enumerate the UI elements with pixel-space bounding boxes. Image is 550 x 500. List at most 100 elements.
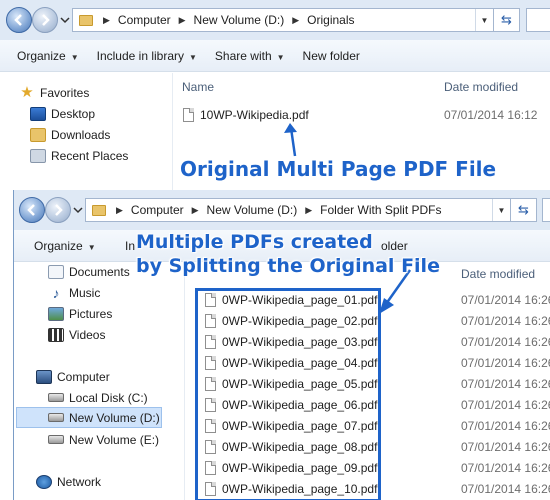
nav-local-disk-c[interactable]: Local Disk (C:) bbox=[48, 387, 148, 408]
file-date: 07/01/2014 16:26 bbox=[461, 419, 550, 433]
nav-desktop[interactable]: Desktop bbox=[30, 103, 95, 124]
include-in-library-button[interactable]: Include in library ▼ bbox=[88, 49, 206, 63]
nav-network-label: Network bbox=[57, 474, 102, 489]
file-date: 07/01/2014 16:26 bbox=[461, 293, 550, 307]
search-input[interactable] bbox=[542, 198, 550, 222]
nav-recent-places-label: Recent Places bbox=[51, 148, 129, 163]
include-in-library-label: Include in library bbox=[96, 48, 184, 63]
refresh-icon[interactable]: ⇆ bbox=[493, 9, 519, 31]
address-dropdown-icon[interactable]: ▼ bbox=[492, 199, 510, 221]
address-bar[interactable]: ▶ Computer ▶ New Volume (D:) ▶ Folder Wi… bbox=[85, 198, 537, 222]
nav-new-volume-e-label: New Volume (E:) bbox=[69, 432, 160, 447]
recent-pages-dropdown-icon[interactable] bbox=[60, 15, 70, 25]
breadcrumb-new-volume[interactable]: New Volume (D:) bbox=[203, 203, 302, 217]
forward-arrow-icon bbox=[42, 14, 50, 26]
file-date: 07/01/2014 16:26 bbox=[461, 461, 550, 475]
address-row: ▶ Computer ▶ New Volume (D:) ▶ Folder Wi… bbox=[14, 190, 550, 230]
nav-downloads-label: Downloads bbox=[51, 127, 111, 142]
file-date: 07/01/2014 16:26 bbox=[461, 356, 550, 370]
nav-music[interactable]: ♪ Music bbox=[48, 282, 101, 303]
forward-button[interactable] bbox=[32, 7, 58, 33]
file-date: 07/01/2014 16:12 bbox=[444, 108, 538, 122]
highlight-box bbox=[195, 288, 381, 500]
pdf-file-icon bbox=[183, 107, 194, 122]
column-header-date-modified[interactable]: Date modified bbox=[444, 80, 518, 94]
nav-new-volume-d-label: New Volume (D:) bbox=[69, 410, 160, 425]
new-folder-button[interactable]: New folder bbox=[294, 49, 369, 63]
forward-button[interactable] bbox=[45, 197, 71, 223]
column-header-date-modified[interactable]: Date modified bbox=[461, 267, 535, 281]
file-date: 07/01/2014 16:26 bbox=[461, 440, 550, 454]
callout-line-2: by Splitting the Original File bbox=[136, 255, 440, 277]
search-input[interactable] bbox=[526, 8, 550, 32]
nav-network[interactable]: Network bbox=[36, 471, 101, 492]
back-arrow-icon bbox=[14, 14, 22, 26]
breadcrumb-new-volume[interactable]: New Volume (D:) bbox=[190, 13, 289, 27]
dropdown-arrow-icon: ▼ bbox=[87, 242, 96, 252]
callout-line-1: Multiple PDFs created bbox=[136, 231, 373, 253]
back-button[interactable] bbox=[6, 7, 32, 33]
nav-pictures[interactable]: Pictures bbox=[48, 303, 112, 324]
share-with-button[interactable]: Share with ▼ bbox=[206, 49, 294, 63]
downloads-folder-icon bbox=[30, 127, 46, 142]
breadcrumb-separator-icon[interactable]: ▶ bbox=[175, 15, 190, 26]
recent-places-icon bbox=[30, 148, 46, 163]
documents-icon bbox=[48, 264, 64, 279]
new-folder-label: New folder bbox=[302, 48, 360, 63]
nav-documents-label: Documents bbox=[69, 264, 130, 279]
nav-favorites-label: Favorites bbox=[40, 85, 90, 100]
folder-icon bbox=[79, 14, 93, 26]
nav-new-volume-e[interactable]: New Volume (E:) bbox=[48, 429, 159, 450]
organize-button[interactable]: Organize ▼ bbox=[0, 49, 88, 63]
breadcrumb-computer[interactable]: Computer bbox=[114, 13, 175, 27]
breadcrumb-computer[interactable]: Computer bbox=[127, 203, 188, 217]
address-bar[interactable]: ▶ Computer ▶ New Volume (D:) ▶ Originals… bbox=[72, 8, 520, 32]
breadcrumb-originals[interactable]: Originals bbox=[303, 13, 358, 27]
nav-recent-places[interactable]: Recent Places bbox=[30, 145, 128, 166]
breadcrumb-separator-icon[interactable]: ▶ bbox=[288, 15, 303, 26]
nav-videos-label: Videos bbox=[69, 327, 106, 342]
file-date: 07/01/2014 16:26 bbox=[461, 482, 550, 496]
address-dropdown-icon[interactable]: ▼ bbox=[475, 9, 493, 31]
back-arrow-icon bbox=[27, 204, 35, 216]
nav-computer[interactable]: Computer bbox=[36, 366, 110, 387]
breadcrumb-separator-icon[interactable]: ▶ bbox=[99, 15, 114, 26]
nav-favorites[interactable]: ★ Favorites bbox=[19, 82, 89, 103]
forward-arrow-icon bbox=[55, 204, 63, 216]
file-date: 07/01/2014 16:26 bbox=[461, 377, 550, 391]
file-date: 07/01/2014 16:26 bbox=[461, 398, 550, 412]
dropdown-arrow-icon: ▼ bbox=[70, 52, 79, 62]
column-header-name[interactable]: Name bbox=[182, 80, 214, 94]
pictures-icon bbox=[48, 306, 64, 321]
callout-arrow-icon bbox=[284, 123, 297, 157]
refresh-icon[interactable]: ⇆ bbox=[510, 199, 536, 221]
address-row: ▶ Computer ▶ New Volume (D:) ▶ Originals… bbox=[0, 0, 550, 40]
breadcrumb-separator-icon[interactable]: ▶ bbox=[301, 205, 316, 216]
navigation-pane: ★ Favorites Desktop Downloads Recent Pla… bbox=[0, 73, 172, 190]
share-with-label: Share with bbox=[214, 48, 272, 63]
nav-music-label: Music bbox=[69, 285, 101, 300]
nav-desktop-label: Desktop bbox=[51, 106, 96, 121]
organize-label: Organize bbox=[17, 48, 66, 63]
file-name: 10WP-Wikipedia.pdf bbox=[200, 107, 309, 122]
recent-pages-dropdown-icon[interactable] bbox=[73, 205, 83, 215]
organize-label: Organize bbox=[34, 238, 83, 253]
organize-button[interactable]: Organize ▼ bbox=[14, 239, 105, 253]
explorer-window-originals: ▶ Computer ▶ New Volume (D:) ▶ Originals… bbox=[0, 0, 550, 190]
back-button[interactable] bbox=[19, 197, 45, 223]
dropdown-arrow-icon: ▼ bbox=[276, 52, 285, 62]
breadcrumb-separator-icon[interactable]: ▶ bbox=[188, 205, 203, 216]
nav-documents[interactable]: Documents bbox=[48, 261, 130, 282]
nav-videos[interactable]: Videos bbox=[48, 324, 105, 345]
network-icon bbox=[36, 474, 52, 489]
navigation-pane: Documents ♪ Music Pictures Videos Comput… bbox=[14, 263, 184, 500]
nav-computer-label: Computer bbox=[57, 369, 110, 384]
folder-icon bbox=[92, 204, 106, 216]
breadcrumb-folder-with-split-pdfs[interactable]: Folder With Split PDFs bbox=[316, 203, 445, 217]
file-date: 07/01/2014 16:26 bbox=[461, 335, 550, 349]
explorer-window-split-pdfs: ▶ Computer ▶ New Volume (D:) ▶ Folder Wi… bbox=[13, 190, 550, 500]
breadcrumb-separator-icon[interactable]: ▶ bbox=[112, 205, 127, 216]
nav-new-volume-d[interactable]: New Volume (D:) bbox=[16, 407, 162, 428]
nav-pictures-label: Pictures bbox=[69, 306, 113, 321]
nav-downloads[interactable]: Downloads bbox=[30, 124, 110, 145]
